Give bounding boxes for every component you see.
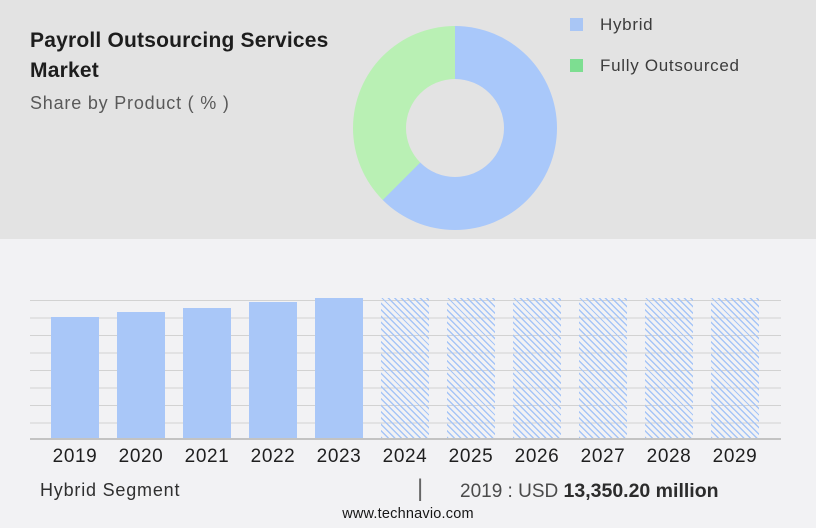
base-year-value-amount: 13,350.20 million [564, 480, 719, 502]
donut-hole [406, 79, 504, 177]
bar-2021 [183, 308, 231, 438]
forecast-bar-2027 [579, 298, 627, 438]
forecast-bar-2026 [513, 298, 561, 438]
forecast-bar-2028 [645, 298, 693, 438]
bar-chart-section: 2019202020212022202320242025202620272028… [0, 239, 816, 528]
x-axis-label-2027: 2027 [570, 446, 636, 468]
x-axis-label-2028: 2028 [636, 446, 702, 468]
hybrid-color-swatch [570, 18, 583, 31]
x-axis-label-2020: 2020 [108, 446, 174, 468]
forecast-bar-2029 [711, 298, 759, 438]
x-axis-label-2029: 2029 [702, 446, 768, 468]
forecast-bar-2024 [381, 298, 429, 438]
chart-legend: Hybrid Fully Outsourced [570, 16, 740, 98]
bar-chart-plot-area [30, 300, 781, 440]
x-axis-label-2021: 2021 [174, 446, 240, 468]
bar-chart-x-axis-labels: 2019202020212022202320242025202620272028… [30, 446, 781, 468]
footer-url[interactable]: www.technavio.com [0, 506, 816, 522]
x-axis-label-2024: 2024 [372, 446, 438, 468]
legend-label-hybrid: Hybrid [600, 15, 653, 35]
bar-2022 [249, 302, 297, 438]
page-subtitle: Share by Product ( % ) [30, 93, 370, 114]
fully-outsourced-color-swatch [570, 59, 583, 72]
x-axis-label-2019: 2019 [42, 446, 108, 468]
segment-label: Hybrid Segment [40, 480, 180, 501]
x-axis-label-2025: 2025 [438, 446, 504, 468]
bar-2019 [51, 317, 99, 438]
infographic-page: Payroll Outsourcing Services Market Shar… [0, 0, 816, 528]
bar-2020 [117, 312, 165, 438]
base-year-value-prefix: 2019 : USD [460, 481, 558, 502]
legend-label-fully-outsourced: Fully Outsourced [600, 56, 740, 76]
x-axis-label-2022: 2022 [240, 446, 306, 468]
bar-2023 [315, 298, 363, 438]
legend-item-fully-outsourced: Fully Outsourced [570, 57, 740, 74]
donut-chart [353, 26, 557, 230]
title-block: Payroll Outsourcing Services Market Shar… [30, 26, 370, 114]
x-axis-label-2023: 2023 [306, 446, 372, 468]
page-title: Payroll Outsourcing Services Market [30, 26, 370, 86]
header-section: Payroll Outsourcing Services Market Shar… [0, 0, 816, 239]
x-axis-label-2026: 2026 [504, 446, 570, 468]
base-year-value: 2019 : USD 13,350.20 million [460, 480, 719, 503]
forecast-bar-2025 [447, 298, 495, 438]
legend-item-hybrid: Hybrid [570, 16, 740, 33]
separator-pipe: | [417, 475, 423, 503]
